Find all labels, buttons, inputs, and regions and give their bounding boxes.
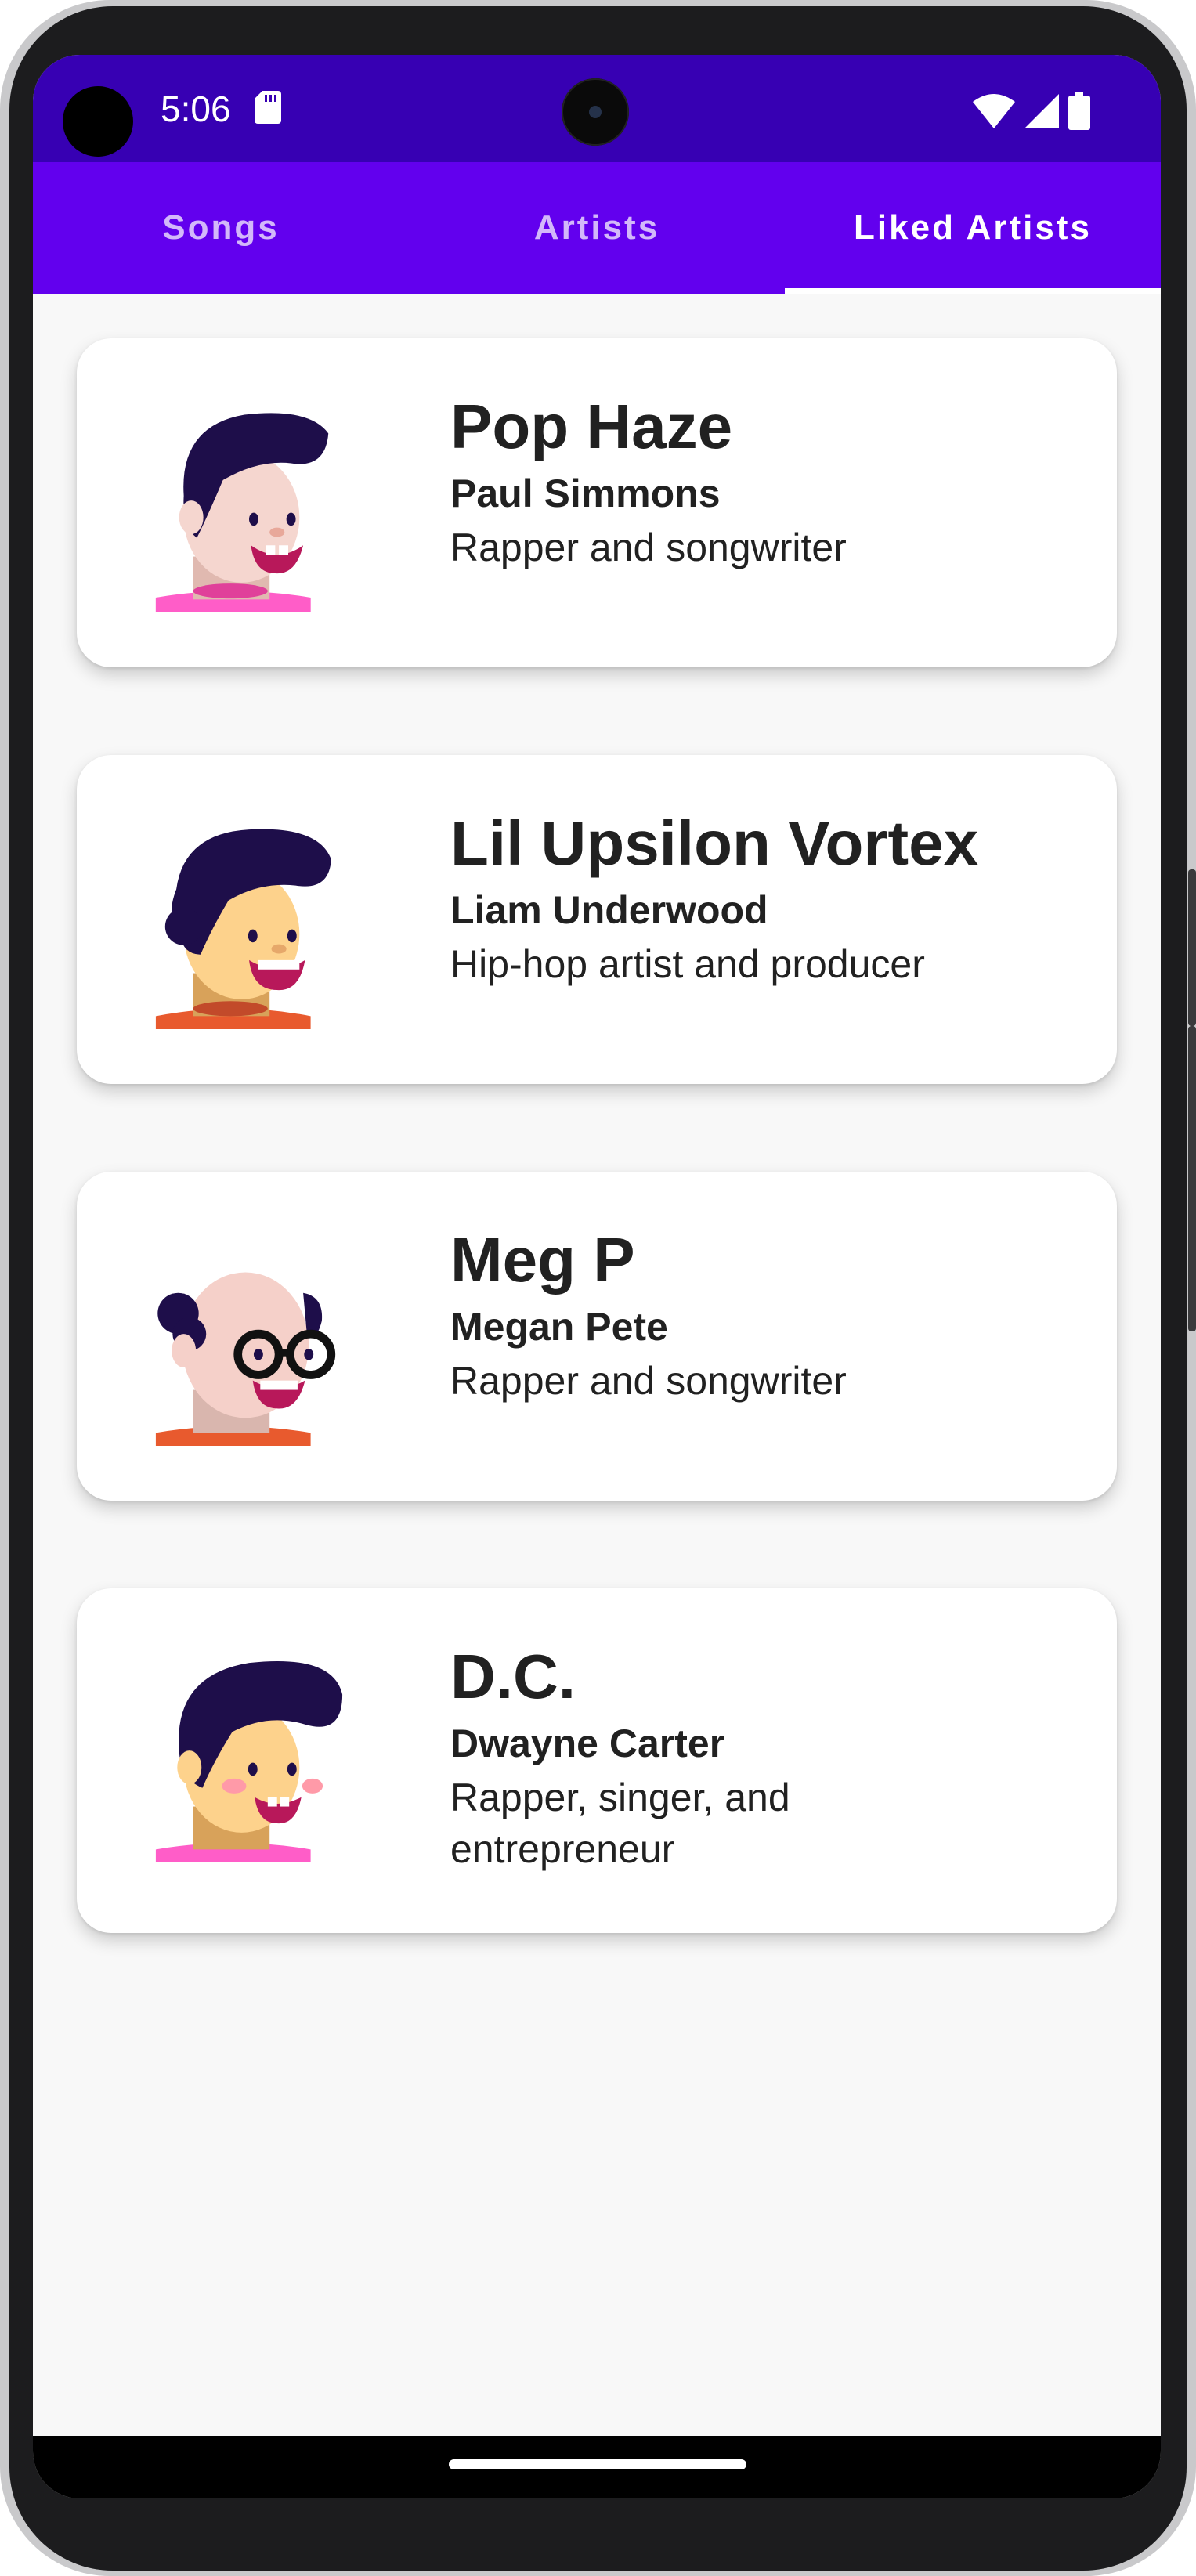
artist-description: Rapper and songwriter bbox=[450, 526, 847, 569]
artist-card[interactable]: Lil Upsilon Vortex Liam Underwood Hip-ho… bbox=[77, 755, 1117, 1084]
tab-songs[interactable]: Songs bbox=[33, 162, 409, 294]
avatar-meg-p-icon bbox=[155, 1272, 336, 1446]
tab-bar: Songs Artists Liked Artists bbox=[33, 162, 1161, 294]
avatar-pop-haze-icon bbox=[155, 413, 329, 612]
status-time: 5:06 bbox=[161, 89, 231, 129]
avatar-lil-upsilon-vortex-icon bbox=[155, 829, 331, 1029]
artist-real-name: Paul Simmons bbox=[450, 471, 721, 515]
avatar-dc-icon bbox=[155, 1660, 343, 1862]
artist-stage-name: Lil Upsilon Vortex bbox=[450, 808, 979, 878]
artist-stage-name: Pop Haze bbox=[450, 392, 733, 461]
volume-button bbox=[1188, 1026, 1196, 1331]
artist-card[interactable]: Meg P Megan Pete Rapper and songwriter bbox=[77, 1172, 1117, 1501]
artist-description: Rapper and songwriter bbox=[450, 1359, 847, 1403]
front-camera bbox=[562, 78, 629, 146]
status-icons bbox=[973, 92, 1090, 130]
signal-icon bbox=[1024, 94, 1059, 128]
artist-real-name: Megan Pete bbox=[450, 1305, 668, 1349]
tab-liked-artists[interactable]: Liked Artists bbox=[785, 162, 1161, 294]
artist-real-name: Dwayne Carter bbox=[450, 1722, 725, 1765]
wifi-icon bbox=[973, 94, 1015, 128]
artist-card[interactable]: D.C. Dwayne Carter Rapper, singer, and e… bbox=[77, 1588, 1117, 1933]
artist-info: Lil Upsilon Vortex Liam Underwood Hip-ho… bbox=[450, 807, 1077, 990]
artist-description: Rapper, singer, and entrepreneur bbox=[450, 1776, 790, 1871]
sd-card-icon bbox=[255, 91, 281, 124]
sensor-cutout bbox=[63, 86, 133, 157]
phone-frame: 5:06 Songs Artists Liked Artists Pop Haz… bbox=[0, 0, 1196, 2576]
artist-card[interactable]: Pop Haze Paul Simmons Rapper and songwri… bbox=[77, 338, 1117, 667]
artist-info: Meg P Megan Pete Rapper and songwriter bbox=[450, 1223, 1077, 1407]
artist-description: Hip-hop artist and producer bbox=[450, 942, 925, 986]
artist-stage-name: Meg P bbox=[450, 1225, 635, 1295]
artist-info: Pop Haze Paul Simmons Rapper and songwri… bbox=[450, 390, 1077, 573]
battery-icon bbox=[1068, 92, 1090, 130]
artist-stage-name: D.C. bbox=[450, 1642, 576, 1711]
artist-real-name: Liam Underwood bbox=[450, 888, 768, 932]
status-bar: 5:06 bbox=[33, 55, 1161, 162]
tab-indicator bbox=[785, 288, 1161, 294]
tab-artists[interactable]: Artists bbox=[409, 162, 785, 294]
home-gesture-handle[interactable] bbox=[449, 2459, 746, 2469]
artist-info: D.C. Dwayne Carter Rapper, singer, and e… bbox=[450, 1640, 889, 1875]
screen: 5:06 Songs Artists Liked Artists Pop Haz… bbox=[33, 55, 1161, 2498]
power-button bbox=[1188, 869, 1196, 1026]
